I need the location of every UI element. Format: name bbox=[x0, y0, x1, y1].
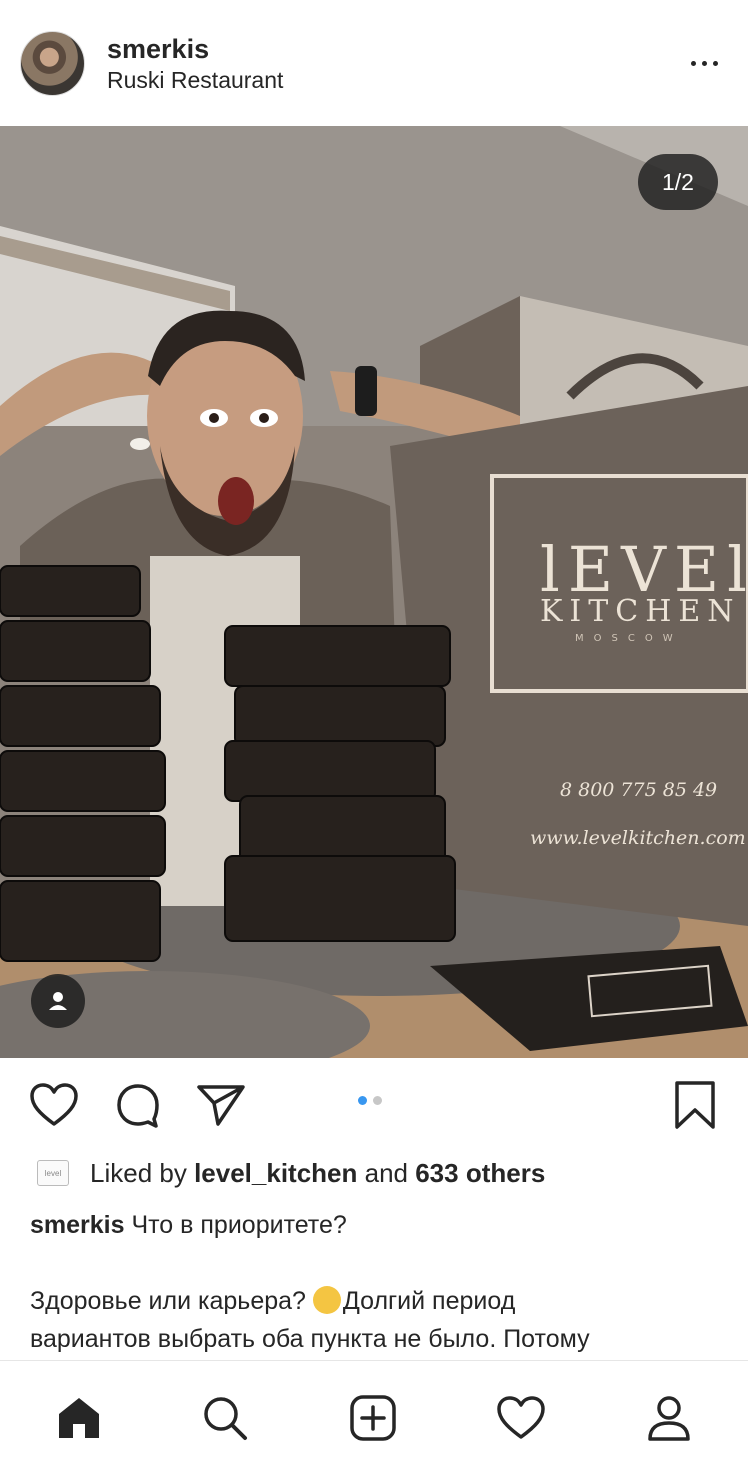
search-icon bbox=[204, 1397, 247, 1440]
likes-text[interactable]: Liked by level_kitchen and 633 others bbox=[90, 1158, 545, 1189]
user-tag-icon bbox=[49, 992, 67, 1010]
more-options-button[interactable] bbox=[684, 45, 724, 81]
home-icon bbox=[59, 1398, 99, 1438]
liked-by-user[interactable]: level_kitchen bbox=[194, 1158, 357, 1188]
bottom-tab-bar bbox=[0, 1360, 748, 1471]
likes-row: level Liked by level_kitchen and 633 oth… bbox=[0, 1148, 748, 1198]
caption-text-2b: Долгий период bbox=[342, 1287, 516, 1315]
add-post-icon bbox=[350, 1395, 396, 1441]
caption-text-1: Что в приоритете? bbox=[124, 1211, 347, 1239]
tab-profile[interactable] bbox=[642, 1391, 696, 1445]
caption-text-3: вариантов выбрать оба пункта не было. По… bbox=[30, 1325, 590, 1353]
heart-icon bbox=[497, 1396, 545, 1439]
post-username[interactable]: smerkis bbox=[107, 34, 209, 65]
heart-icon bbox=[30, 1083, 78, 1126]
likes-prefix: Liked by bbox=[90, 1158, 195, 1188]
caption-text-2a: Здоровье или карьера? bbox=[30, 1287, 313, 1315]
comment-button[interactable] bbox=[111, 1078, 165, 1132]
user-tag-button[interactable] bbox=[31, 974, 85, 1028]
bag-phone: 8 800 775 85 49 bbox=[560, 779, 717, 801]
bag-brand-city: MOSCOW bbox=[575, 633, 683, 644]
bookmark-icon bbox=[675, 1081, 715, 1129]
profile-icon bbox=[648, 1396, 690, 1441]
like-button[interactable] bbox=[27, 1078, 81, 1132]
post-location[interactable]: Ruski Restaurant bbox=[107, 67, 283, 94]
tab-home[interactable] bbox=[52, 1391, 106, 1445]
photo-illustration: lEVEl KITCHEN MOSCOW 8 800 775 85 49 www… bbox=[0, 126, 748, 1058]
comment-icon bbox=[117, 1084, 159, 1128]
thinking-emoji-icon bbox=[312, 1286, 341, 1314]
post-actions bbox=[0, 1058, 748, 1148]
post-photo[interactable]: lEVEl KITCHEN MOSCOW 8 800 775 85 49 www… bbox=[0, 126, 748, 1058]
post-header: smerkis Ruski Restaurant bbox=[0, 0, 748, 126]
post-caption: smerkis Что в приоритете? Здоровье или к… bbox=[30, 1206, 720, 1358]
liked-by-avatar[interactable]: level bbox=[37, 1160, 69, 1186]
carousel-dot bbox=[373, 1096, 382, 1105]
more-dots-icon bbox=[690, 60, 696, 66]
carousel-indicator bbox=[358, 1096, 382, 1105]
share-button[interactable] bbox=[194, 1078, 248, 1132]
bag-brand-line2: KITCHEN bbox=[540, 594, 741, 629]
send-icon bbox=[197, 1085, 245, 1126]
avatar[interactable] bbox=[20, 31, 85, 96]
save-button[interactable] bbox=[668, 1078, 722, 1132]
tab-activity[interactable] bbox=[494, 1391, 548, 1445]
slide-counter: 1/2 bbox=[638, 154, 718, 210]
liked-by-others[interactable]: 633 others bbox=[415, 1158, 545, 1188]
tab-add-post[interactable] bbox=[346, 1391, 400, 1445]
tab-search[interactable] bbox=[198, 1391, 252, 1445]
bag-url: www.levelkitchen.com bbox=[530, 827, 746, 849]
carousel-dot-active bbox=[358, 1096, 367, 1105]
caption-username[interactable]: smerkis bbox=[30, 1211, 125, 1239]
likes-and: and bbox=[357, 1158, 416, 1188]
